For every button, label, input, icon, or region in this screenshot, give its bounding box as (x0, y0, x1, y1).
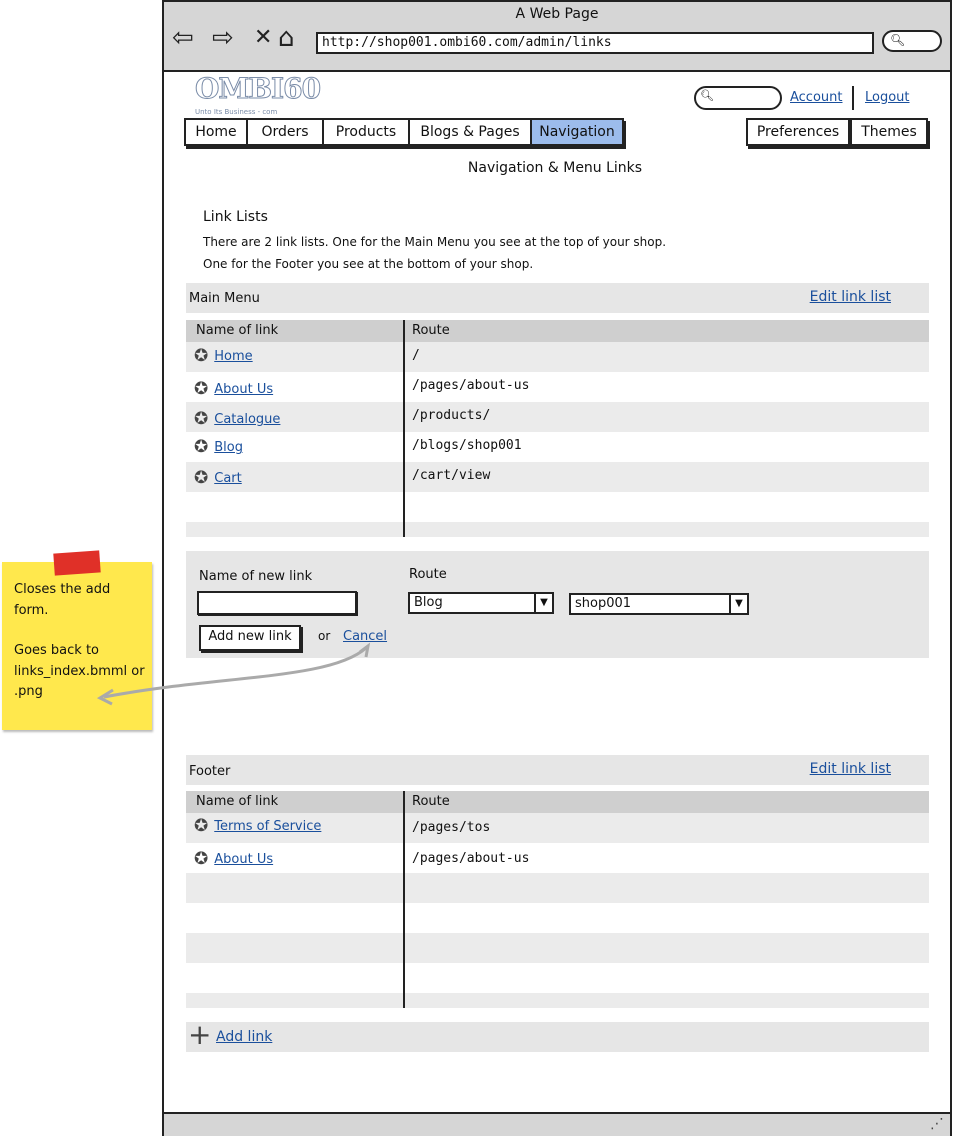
annotation-arrow (96, 642, 371, 706)
